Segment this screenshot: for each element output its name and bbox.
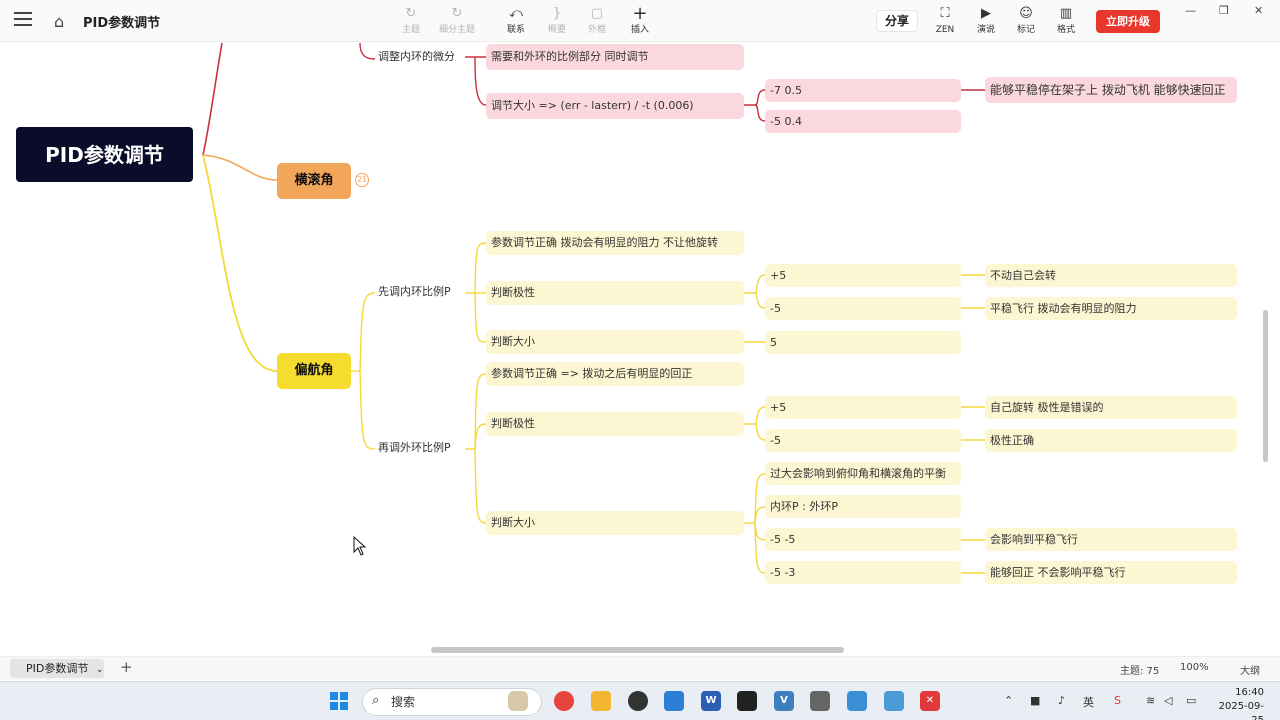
topic-size-2[interactable]: 判断大小 <box>486 511 744 535</box>
add-subtopic-button[interactable]: ↻ 细分主题 <box>432 6 482 36</box>
chrome-icon[interactable] <box>554 691 574 711</box>
home-icon[interactable]: ⌂ <box>54 12 64 31</box>
antivirus-icon[interactable]: S <box>1114 694 1121 707</box>
topic-p1-minus-result[interactable]: 平稳飞行 拨动会有明显的阻力 <box>985 297 1237 320</box>
vertical-scrollbar[interactable] <box>1263 310 1268 462</box>
collapsed-count-badge[interactable]: 21 <box>355 173 369 187</box>
topic-size-2-a[interactable]: 过大会影响到俯仰角和横滚角的平衡 <box>765 462 961 485</box>
topic-icon: ↻ <box>405 6 417 21</box>
outline-button[interactable]: 大纲 <box>1240 662 1260 677</box>
topic-result-1[interactable]: 能够平稳停在架子上 拨动飞机 能够快速回正 <box>985 77 1237 103</box>
share-button[interactable]: 分享 <box>876 10 918 32</box>
topic-yaw[interactable]: 偏航角 <box>277 353 351 389</box>
ime-indicator[interactable]: 英 <box>1083 694 1094 710</box>
insert-button[interactable]: + 插入 <box>615 3 665 36</box>
topic-param-ok-2[interactable]: 参数调节正确 => 拨动之后有明显的回正 <box>486 362 744 386</box>
topic-adjust-size[interactable]: 调节大小 => (err - lasterr) / -t (0.006) <box>486 93 744 119</box>
chevron-down-icon[interactable]: ⌄ <box>96 665 104 675</box>
mindmap-app: ⌂ PID参数调节 ↻ 主题 ↻ 细分主题 ⤺ 联系 } 概要 ▢ 外框 + 插… <box>0 0 1280 720</box>
mindmap-canvas[interactable]: PID参数调节 横滚角 21 偏航角 调整内环的微分 需要和外环的比例部分 同时… <box>10 43 1270 655</box>
volume-icon[interactable]: ◁ <box>1164 694 1172 707</box>
topic-p2-minus[interactable]: -5 <box>765 429 961 452</box>
vscode-icon[interactable] <box>664 691 684 711</box>
horizontal-scrollbar[interactable] <box>431 647 844 653</box>
maximize-icon[interactable]: ❐ <box>1219 4 1229 17</box>
windows-start-icon[interactable] <box>330 692 348 710</box>
mouse-cursor-icon <box>353 536 367 556</box>
topic-count: 主题: 75 <box>1120 666 1160 677</box>
word-icon[interactable]: W <box>701 691 721 711</box>
add-topic-button[interactable]: ↻ 主题 <box>386 6 436 36</box>
topic-size-2-c-result[interactable]: 会影响到平稳飞行 <box>985 528 1237 551</box>
search-icon: ⌕ <box>372 693 380 708</box>
topic-size-2-d-result[interactable]: 能够回正 不会影响平稳飞行 <box>985 561 1237 584</box>
wifi-icon[interactable]: ≋ <box>1146 694 1155 707</box>
toolbar: ⌂ PID参数调节 ↻ 主题 ↻ 细分主题 ⤺ 联系 } 概要 ▢ 外框 + 插… <box>0 0 1280 42</box>
unity-icon[interactable] <box>737 691 757 711</box>
plus-icon: + <box>632 3 648 24</box>
topic-with-outer-p[interactable]: 需要和外环的比例部分 同时调节 <box>486 44 744 70</box>
camera-icon[interactable] <box>810 691 830 711</box>
topic-outer-p[interactable]: 再调外环比例P <box>373 441 465 457</box>
obs-icon[interactable] <box>628 691 648 711</box>
sheet-tab[interactable]: PID参数调节 ⌄ <box>10 659 104 678</box>
file-explorer-icon[interactable] <box>591 691 611 711</box>
format-panel-icon: ▥ <box>1059 6 1073 21</box>
widget-icon[interactable] <box>508 691 528 711</box>
topic-adjust-inner-d[interactable]: 调整内环的微分 <box>373 50 465 66</box>
topic-p2-plus[interactable]: +5 <box>765 396 961 419</box>
format-button[interactable]: ▥ 格式 <box>1041 6 1091 36</box>
topic-value-2[interactable]: -5 0.4 <box>765 110 961 133</box>
topic-value-1[interactable]: -7 0.5 <box>765 79 961 102</box>
topic-p1-plus-result[interactable]: 不动自己会转 <box>985 264 1237 287</box>
close-icon[interactable]: ✕ <box>1254 4 1263 17</box>
battery-icon[interactable]: ▭ <box>1186 694 1196 707</box>
topic-polarity-2[interactable]: 判断极性 <box>486 412 744 436</box>
add-sheet-button[interactable]: + <box>120 658 133 676</box>
topic-p2-plus-result[interactable]: 自己旋转 极性是错误的 <box>985 396 1237 419</box>
topic-p1-minus[interactable]: -5 <box>765 297 961 320</box>
photos-icon[interactable] <box>884 691 904 711</box>
document-title: PID参数调节 <box>83 16 161 31</box>
upgrade-button[interactable]: 立即升级 <box>1096 10 1160 33</box>
system-clock[interactable]: 16:40 2025-09-25 <box>1212 686 1264 720</box>
topic-inner-p[interactable]: 先调内环比例P <box>373 285 465 301</box>
sheet-bar: PID参数调节 ⌄ + 主题: 75 100% 大纲 <box>0 656 1280 680</box>
topic-param-ok-1[interactable]: 参数调节正确 拨动会有明显的阻力 不让他旋转 <box>486 231 744 255</box>
menu-icon[interactable] <box>14 12 32 28</box>
tray-app-icon[interactable]: ■ <box>1030 694 1040 707</box>
topic-size-1-value[interactable]: 5 <box>765 331 961 354</box>
topic-p1-plus[interactable]: +5 <box>765 264 961 287</box>
topic-p2-minus-result[interactable]: 极性正确 <box>985 429 1237 452</box>
topic-size-2-b[interactable]: 内环P : 外环P <box>765 495 961 518</box>
subtopic-icon: ↻ <box>451 6 463 21</box>
topic-size-2-d[interactable]: -5 -3 <box>765 561 961 584</box>
xmind-icon[interactable]: ✕ <box>920 691 940 711</box>
paint-icon[interactable] <box>847 691 867 711</box>
chevron-up-icon[interactable]: ⌃ <box>1004 694 1013 707</box>
topic-roll[interactable]: 横滚角 <box>277 163 351 199</box>
root-topic[interactable]: PID参数调节 <box>16 127 193 182</box>
zoom-level[interactable]: 100% <box>1180 662 1209 673</box>
minimize-icon[interactable]: — <box>1185 4 1196 17</box>
topic-size-2-c[interactable]: -5 -5 <box>765 528 961 551</box>
topic-size-1[interactable]: 判断大小 <box>486 330 744 354</box>
topic-polarity-1[interactable]: 判断极性 <box>486 281 744 305</box>
v-app-icon[interactable]: V <box>774 691 794 711</box>
windows-taskbar: 搜索 ⌕ W V ✕ ⌃ ■ ♪ 英 S ≋ ◁ ▭ 16:40 2025-09… <box>0 681 1280 720</box>
microphone-icon[interactable]: ♪ <box>1058 694 1065 707</box>
